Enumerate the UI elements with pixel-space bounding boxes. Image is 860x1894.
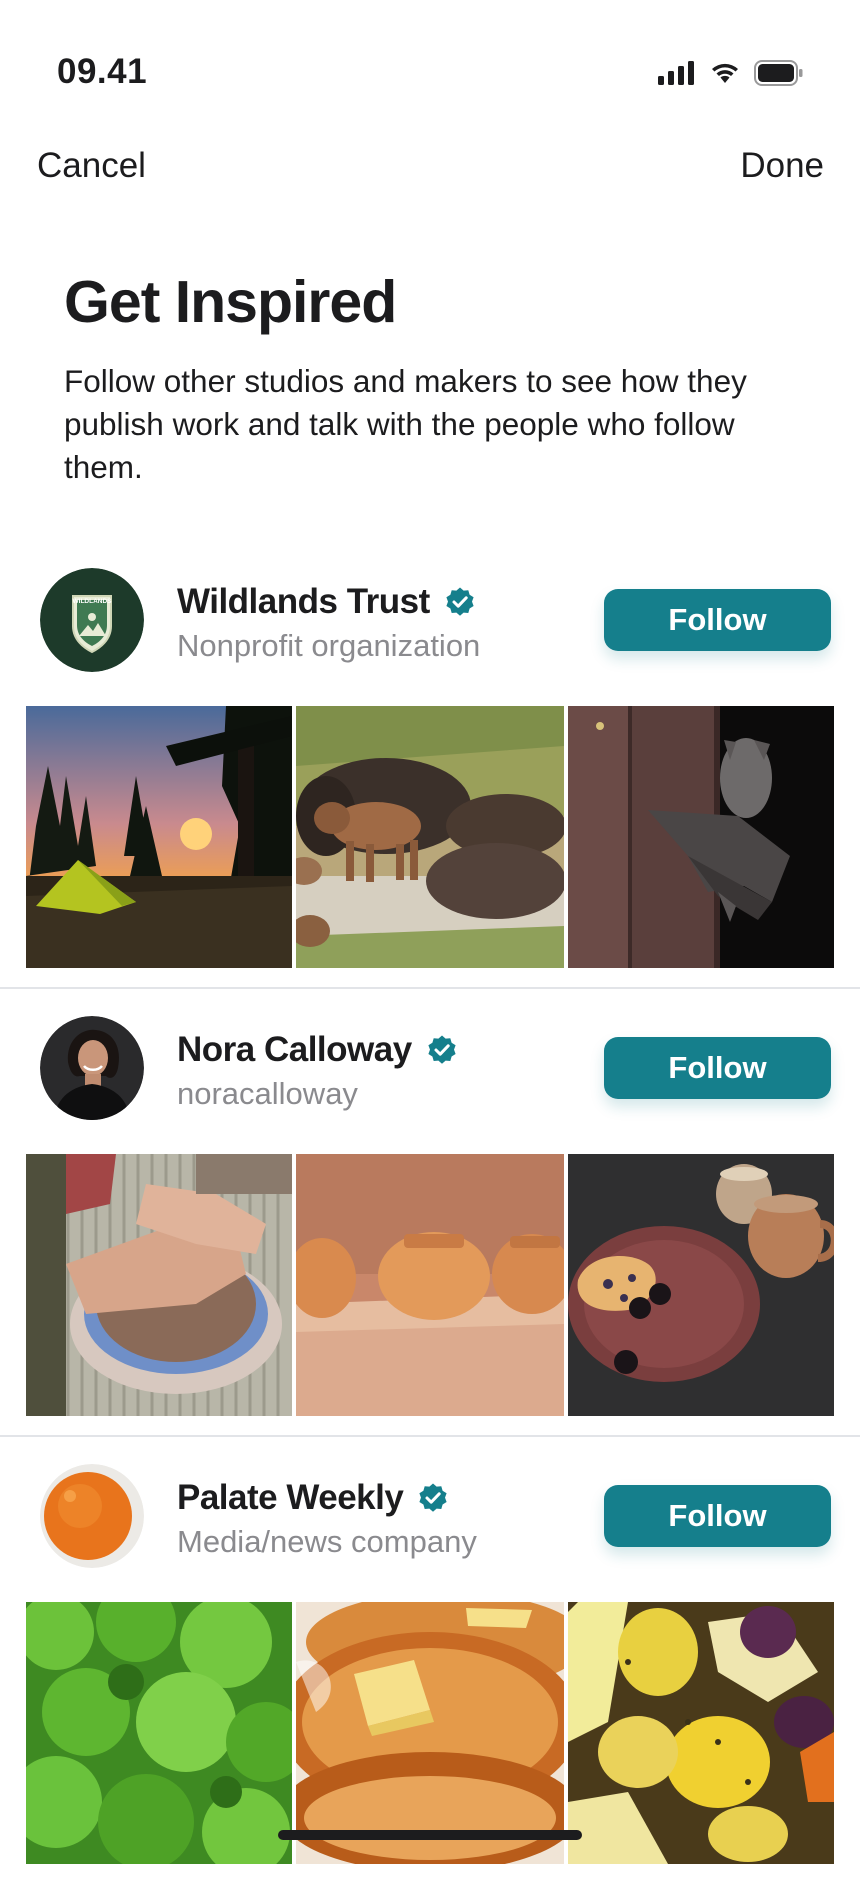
- avatar[interactable]: WILDLANDS: [40, 568, 144, 672]
- verified-badge-icon: [419, 1483, 447, 1512]
- nav-bar: Cancel Done: [0, 140, 860, 200]
- orange-avatar: [40, 1464, 144, 1568]
- follow-button[interactable]: Follow: [604, 589, 831, 651]
- photo-grid: [26, 1154, 834, 1416]
- done-button[interactable]: Done: [740, 146, 824, 186]
- roasted-vegetables-photo[interactable]: [568, 1602, 834, 1864]
- clay-pots-photo[interactable]: [296, 1154, 564, 1416]
- battery-icon: [754, 60, 803, 86]
- pottery-wheel-photo[interactable]: [26, 1154, 292, 1416]
- lettuce-photo[interactable]: [26, 1602, 292, 1864]
- avatar[interactable]: [40, 1464, 144, 1568]
- account-card-wildlands-trust: WILDLANDS Wildlands Trust Nonprofit orga…: [0, 568, 860, 998]
- account-subtitle: Media/news company: [177, 1524, 477, 1559]
- page-subtitle: Follow other studios and makers to see h…: [64, 363, 747, 485]
- home-indicator: [278, 1830, 582, 1840]
- follow-button[interactable]: Follow: [604, 1037, 831, 1099]
- profile-photo: [40, 1016, 144, 1120]
- account-subtitle: noracalloway: [177, 1076, 358, 1111]
- account-name[interactable]: Palate Weekly: [177, 1478, 404, 1518]
- svg-text:WILDLANDS: WILDLANDS: [73, 598, 113, 605]
- campsite-sunset-photo[interactable]: [26, 706, 292, 968]
- pancakes-photo[interactable]: [296, 1602, 564, 1864]
- divider: [0, 1435, 860, 1437]
- account-card-nora-calloway: Nora Calloway noracalloway Follow: [0, 1016, 860, 1446]
- account-subtitle: Nonprofit organization: [177, 628, 481, 663]
- page-title: Get Inspired: [64, 269, 397, 335]
- photo-grid: [26, 1602, 834, 1864]
- coffee-scone-photo[interactable]: [568, 1154, 834, 1416]
- bat-photo[interactable]: [568, 706, 834, 968]
- account-name-row: Nora Calloway: [177, 1030, 458, 1070]
- account-name[interactable]: Wildlands Trust: [177, 582, 430, 622]
- cancel-button[interactable]: Cancel: [37, 146, 146, 186]
- verified-badge-icon: [446, 587, 474, 616]
- photo-grid: [26, 706, 834, 968]
- account-name[interactable]: Nora Calloway: [177, 1030, 412, 1070]
- wifi-icon: [712, 63, 738, 83]
- status-time: 09.41: [57, 52, 148, 91]
- status-bar: 09.41: [0, 0, 860, 140]
- bison-herd-photo[interactable]: [296, 706, 564, 968]
- avatar[interactable]: [40, 1016, 144, 1120]
- account-name-row: Palate Weekly: [177, 1478, 449, 1518]
- follow-button[interactable]: Follow: [604, 1485, 831, 1547]
- signal-icon: [658, 61, 694, 85]
- account-name-row: Wildlands Trust: [177, 582, 476, 622]
- verified-badge-icon: [428, 1035, 456, 1064]
- status-icons: [658, 58, 804, 88]
- wildlands-logo: WILDLANDS: [40, 568, 144, 672]
- divider: [0, 987, 860, 989]
